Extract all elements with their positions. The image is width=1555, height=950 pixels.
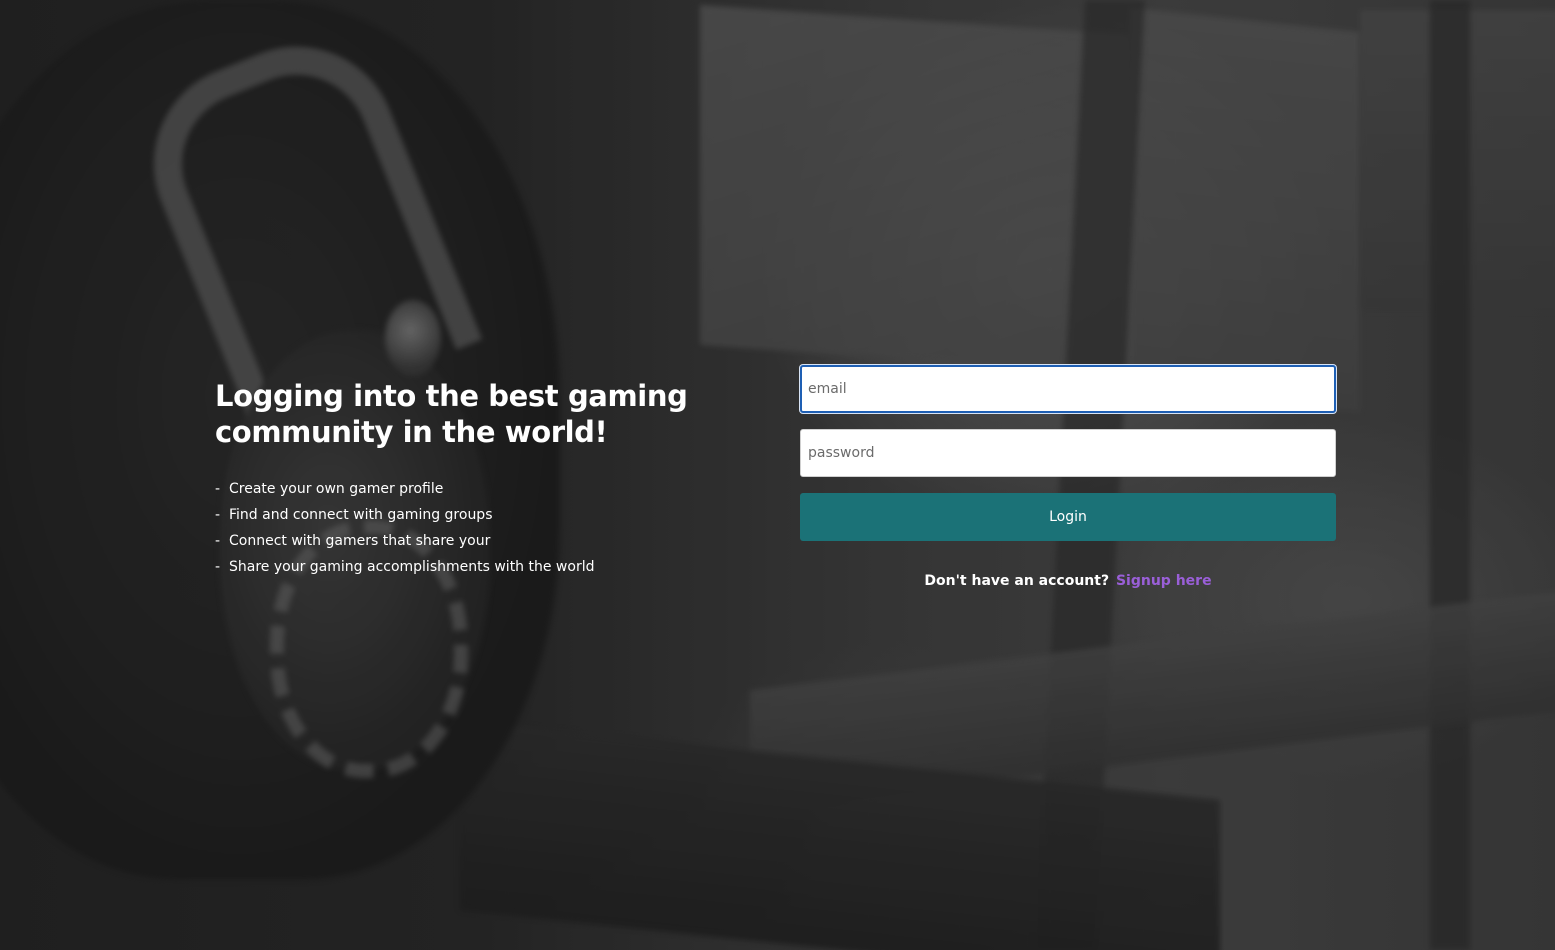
email-field[interactable]	[800, 365, 1336, 413]
bullet-dash: -	[215, 481, 221, 497]
feature-item: - Find and connect with gaming groups	[215, 502, 735, 528]
password-field[interactable]	[800, 429, 1336, 477]
login-page: Logging into the best gaming community i…	[0, 0, 1555, 950]
login-button[interactable]: Login	[800, 493, 1336, 541]
feature-text: Find and connect with gaming groups	[229, 507, 493, 523]
feature-text: Share your gaming accomplishments with t…	[229, 559, 595, 575]
login-form: Login Don't have an account? Signup here	[800, 365, 1336, 589]
bullet-dash: -	[215, 507, 221, 523]
feature-item: - Share your gaming accomplishments with …	[215, 554, 735, 580]
feature-item: - Connect with gamers that share your	[215, 528, 735, 554]
feature-text: Connect with gamers that share your	[229, 533, 491, 549]
bullet-dash: -	[215, 533, 221, 549]
intro-section: Logging into the best gaming community i…	[215, 378, 735, 580]
feature-item: - Create your own gamer profile	[215, 476, 735, 502]
page-heading: Logging into the best gaming community i…	[215, 379, 688, 449]
signup-prompt: Don't have an account?	[924, 573, 1110, 589]
signup-row: Don't have an account? Signup here	[800, 573, 1336, 589]
feature-list: - Create your own gamer profile - Find and…	[215, 476, 735, 580]
feature-text: Create your own gamer profile	[229, 481, 444, 497]
signup-link[interactable]: Signup here	[1116, 573, 1212, 589]
bullet-dash: -	[215, 559, 221, 575]
